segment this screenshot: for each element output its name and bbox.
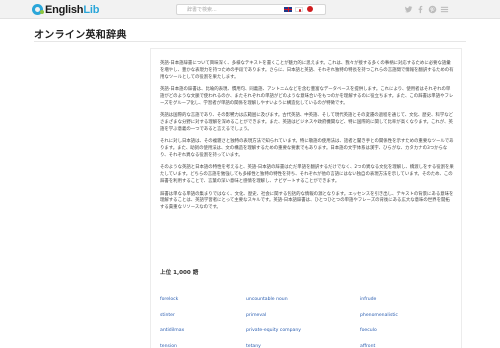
search-box	[176, 4, 326, 15]
word-link[interactable]: phenomenalistic	[360, 313, 398, 318]
word-link[interactable]: affront	[360, 344, 375, 348]
intro-paragraph: 辞書は単なる単語の集まりではなく、文化、歴史、社会に関する包括的な情報の源となり…	[160, 191, 454, 211]
pinterest-icon[interactable]	[428, 5, 437, 14]
intro-text: 英語-日本語辞書について興味深く、多様なテキストを書くことが魅力的に思えます。こ…	[160, 61, 454, 218]
word-link[interactable]: antidilmax	[160, 328, 184, 333]
uk-flag-icon[interactable]	[284, 7, 292, 12]
twitter-icon[interactable]	[404, 5, 413, 14]
hamburger-menu-icon[interactable]	[440, 5, 449, 14]
intro-paragraph: 英語-日本語の辞書は、比喩的表現、慣用句、同義語、アントニムなどを含む豊富なデー…	[160, 87, 454, 106]
word-link[interactable]: tension	[160, 344, 177, 348]
site-logo[interactable]: EnglishLib	[32, 3, 99, 16]
content-card: 英語-日本語辞書について興味深く、多様なテキストを書くことが魅力的に思えます。こ…	[150, 48, 462, 348]
word-link[interactable]: private-equity company	[246, 328, 301, 333]
jp-flag-icon[interactable]	[295, 7, 303, 12]
word-link[interactable]: tetany	[246, 344, 261, 348]
intro-paragraph: そのような英語と日本語の特性を考えると、英語-日本語の辞書はただ単語を翻訳するだ…	[160, 165, 454, 185]
word-link[interactable]: foeculo	[360, 328, 377, 333]
logo-text: EnglishLib	[45, 4, 99, 16]
top-words-heading: 上位 1,000 語	[160, 270, 199, 276]
intro-paragraph: 英語は国際的な言語であり、その影響力は広範囲に及びます。古代英語、中英語、そして…	[160, 113, 454, 133]
logo-prefix: English	[45, 3, 84, 16]
title-divider	[34, 41, 466, 42]
intro-paragraph: それに対し日本語は、その複雑さと独特の表現方法で知られています。特に敬語の使用法…	[160, 139, 454, 159]
page-title: オンライン英和辞典	[34, 30, 127, 41]
logo-suffix: Lib	[83, 3, 100, 16]
word-link[interactable]: uncountable noun	[246, 297, 288, 302]
facebook-icon[interactable]	[416, 5, 425, 14]
logo-icon	[32, 4, 44, 15]
word-link[interactable]: infrude	[360, 297, 376, 302]
search-input[interactable]	[177, 5, 277, 14]
word-link[interactable]: forelock	[160, 297, 178, 302]
intro-paragraph: 英語-日本語辞書について興味深く、多様なテキストを書くことが魅力的に思えます。こ…	[160, 61, 454, 80]
word-link[interactable]: primeval	[246, 313, 266, 318]
word-link[interactable]: stinter	[160, 313, 175, 318]
top-header: EnglishLib	[0, 0, 500, 19]
search-button-icon[interactable]	[307, 6, 313, 12]
